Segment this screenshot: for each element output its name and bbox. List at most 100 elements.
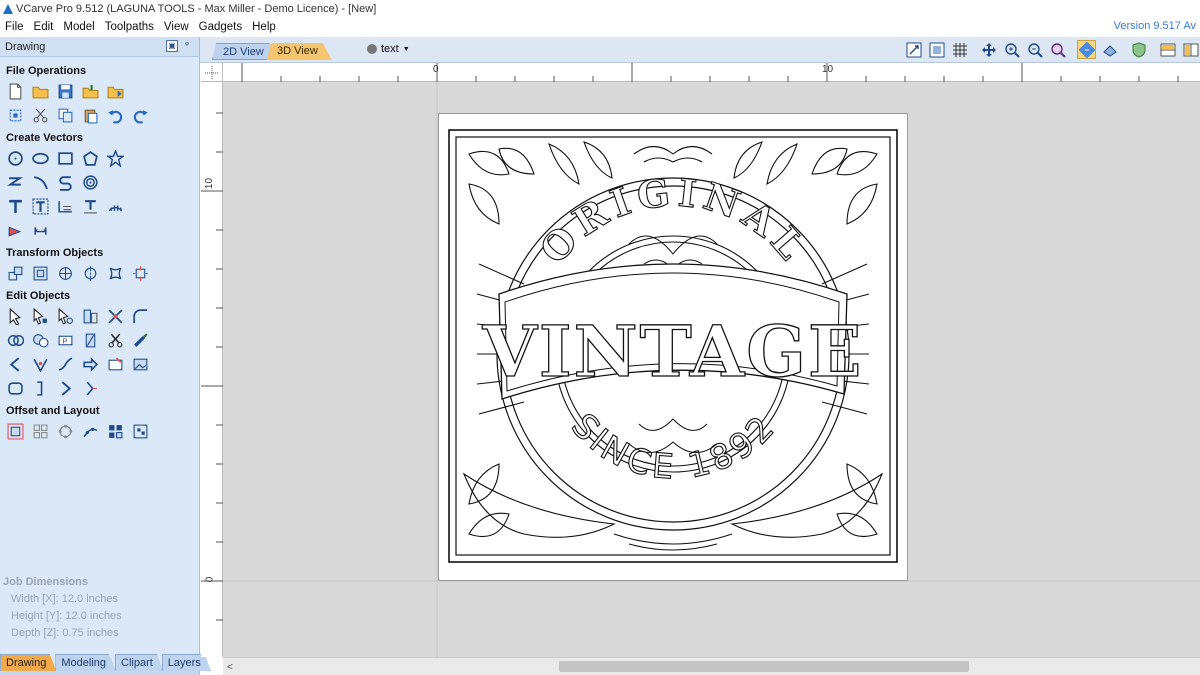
select-arrow-icon[interactable] [6, 307, 25, 326]
rounded-rect-icon[interactable] [6, 379, 25, 398]
tile-horizontal-icon[interactable] [1158, 40, 1177, 59]
menu-edit[interactable]: Edit [29, 21, 59, 33]
smart-snap-icon[interactable] [131, 331, 150, 350]
tab-modeling[interactable]: Modeling [55, 654, 116, 671]
material-sheet[interactable]: ORIGINAL SINCE 1892 VINTAGE [438, 113, 908, 581]
select-all-icon[interactable] [6, 106, 25, 125]
fillet-icon[interactable] [131, 307, 150, 326]
transform-mode-icon[interactable] [81, 307, 100, 326]
horizontal-scrollbar[interactable]: < [223, 657, 1200, 675]
layer-dropdown[interactable]: text ▼ [367, 43, 410, 55]
menu-model[interactable]: Model [58, 21, 99, 33]
version-badge[interactable]: Version 9.517 Av [1114, 20, 1196, 32]
menu-toolpaths[interactable]: Toolpaths [100, 21, 159, 33]
window-title: VCarve Pro 9.512 (LAGUNA TOOLS - Max Mil… [16, 2, 377, 15]
rotate-icon[interactable] [56, 264, 75, 283]
chevron-left-icon[interactable] [6, 355, 25, 374]
interactive-select-icon[interactable] [56, 307, 75, 326]
zoom-material-icon[interactable] [927, 40, 946, 59]
tab-3d-view[interactable]: 3D View [267, 43, 332, 60]
flag-icon[interactable] [106, 355, 125, 374]
nesting-icon[interactable] [106, 422, 125, 441]
vintage-design-artwork: ORIGINAL SINCE 1892 VINTAGE [448, 129, 898, 563]
import-folder-icon[interactable] [81, 82, 100, 101]
offset-vectors-icon[interactable] [6, 422, 25, 441]
draw-text-icon[interactable] [6, 197, 25, 216]
vector-nodes-icon[interactable] [31, 355, 50, 374]
join-vectors-icon[interactable]: P [56, 331, 75, 350]
copy-icon[interactable] [56, 106, 75, 125]
text-on-curve-icon[interactable] [56, 197, 75, 216]
grid-icon[interactable] [950, 40, 969, 59]
scrollbar-thumb[interactable] [559, 661, 969, 672]
move-icon[interactable] [6, 264, 25, 283]
menu-file[interactable]: File [0, 21, 29, 33]
menu-help[interactable]: Help [247, 21, 281, 33]
set-size-icon[interactable] [131, 264, 150, 283]
vertical-ruler[interactable]: 10 0 [201, 82, 223, 657]
draw-arc-icon[interactable] [31, 173, 50, 192]
layer-visibility-icon[interactable] [1100, 40, 1119, 59]
close-vectors-icon[interactable] [81, 331, 100, 350]
offset-arrow-icon[interactable] [81, 355, 100, 374]
text-arc-icon[interactable] [106, 197, 125, 216]
scroll-left-icon[interactable]: < [227, 662, 233, 673]
import-image-icon[interactable] [106, 82, 125, 101]
save-icon[interactable] [56, 82, 75, 101]
bracket-icon[interactable] [31, 379, 50, 398]
drawing-canvas[interactable]: ORIGINAL SINCE 1892 VINTAGE [223, 82, 1200, 657]
open-folder-icon[interactable] [31, 82, 50, 101]
trim-vectors-icon[interactable] [106, 307, 125, 326]
autohide-icon[interactable]: ᵠ [181, 40, 193, 52]
scissors-icon[interactable] [106, 331, 125, 350]
pin-panel-icon[interactable]: ▣ [166, 40, 178, 52]
snap-icon[interactable] [1077, 40, 1096, 59]
tab-drawing[interactable]: Drawing [0, 654, 57, 671]
curve-fit-icon[interactable] [56, 355, 75, 374]
draw-circle-icon[interactable] [6, 149, 25, 168]
draw-rectangle-icon[interactable] [56, 149, 75, 168]
undo-icon[interactable] [106, 106, 125, 125]
subtract-icon[interactable] [31, 331, 50, 350]
draw-curve-icon[interactable] [56, 173, 75, 192]
mirror-icon[interactable] [81, 264, 100, 283]
horizontal-ruler[interactable]: 0 10 [223, 63, 1200, 82]
shield-icon[interactable] [1129, 40, 1148, 59]
menu-gadgets[interactable]: Gadgets [194, 21, 247, 33]
pan-icon[interactable] [979, 40, 998, 59]
menu-view[interactable]: View [159, 21, 194, 33]
node-edit-icon[interactable] [31, 307, 50, 326]
arc-text-top: ORIGINAL [530, 168, 812, 272]
weld-icon[interactable] [6, 331, 25, 350]
draw-ellipse-icon[interactable] [31, 149, 50, 168]
draw-line-icon[interactable] [6, 173, 25, 192]
distort-icon[interactable] [106, 264, 125, 283]
paste-icon[interactable] [81, 106, 100, 125]
text-block-icon[interactable] [31, 197, 50, 216]
draw-star-icon[interactable] [106, 149, 125, 168]
auto-layout-text-icon[interactable] [81, 197, 100, 216]
auto-nest-icon[interactable] [131, 422, 150, 441]
zoom-in-icon[interactable] [1002, 40, 1021, 59]
array-copy-icon[interactable] [31, 422, 50, 441]
new-file-icon[interactable] [6, 82, 25, 101]
svg-text:SINCE 1892: SINCE 1892 [563, 406, 784, 488]
extend-icon[interactable] [81, 379, 100, 398]
align-icon[interactable] [31, 264, 50, 283]
draw-spiral-icon[interactable] [81, 173, 100, 192]
tile-vertical-icon[interactable] [1181, 40, 1200, 59]
zoom-out-icon[interactable] [1025, 40, 1044, 59]
zoom-previous-icon[interactable] [1048, 40, 1067, 59]
chevron-right-icon[interactable] [56, 379, 75, 398]
dimension-icon[interactable] [6, 221, 25, 240]
tab-clipart[interactable]: Clipart [115, 654, 163, 671]
picture-icon[interactable] [131, 355, 150, 374]
draw-polygon-icon[interactable] [81, 149, 100, 168]
dimension-line-icon[interactable] [31, 221, 50, 240]
redo-icon[interactable] [131, 106, 150, 125]
ruler-corner[interactable] [201, 63, 223, 82]
cut-icon[interactable] [31, 106, 50, 125]
copy-along-vector-icon[interactable] [81, 422, 100, 441]
zoom-to-fit-icon[interactable] [904, 40, 923, 59]
circular-array-icon[interactable] [56, 422, 75, 441]
